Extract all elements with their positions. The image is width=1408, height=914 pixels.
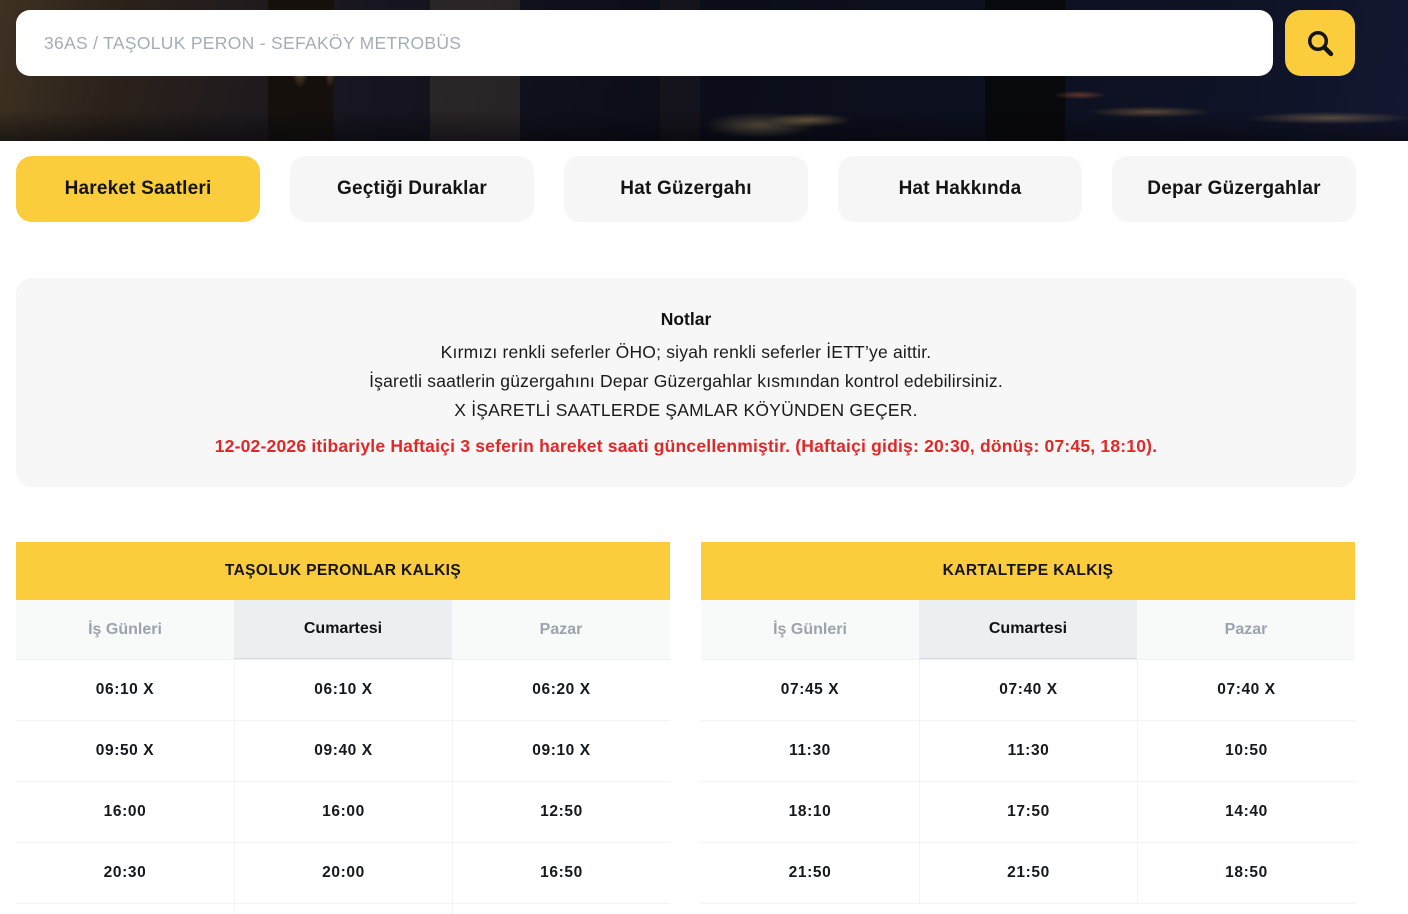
tab-hareket-saatleri[interactable]: Hareket Saatleri [16, 156, 260, 222]
notes-title: Notlar [56, 309, 1316, 330]
time-cell: 06:10 X [16, 660, 234, 720]
time-cell [452, 904, 670, 914]
time-cell: 17:50 [919, 782, 1137, 842]
schedule-update-notice: 12-02-2026 itibariyle Haftaiçi 3 seferin… [56, 436, 1316, 457]
time-cell: 07:45 X [701, 660, 919, 720]
column-header-is-gunleri[interactable]: İş Günleri [16, 600, 234, 659]
time-cell: 07:40 X [1137, 660, 1355, 720]
time-cell: 21:50 [701, 843, 919, 903]
time-cell [234, 904, 452, 914]
time-cell: 16:50 [452, 843, 670, 903]
time-cell [16, 904, 234, 914]
table-row: 16:00 16:00 12:50 [16, 782, 670, 843]
time-cell: 06:10 X [234, 660, 452, 720]
tab-hat-guzergahi[interactable]: Hat Güzergahı [564, 156, 808, 222]
table-row: 18:10 17:50 14:40 [701, 782, 1355, 843]
time-cell: 16:00 [16, 782, 234, 842]
time-cell: 18:50 [1137, 843, 1355, 903]
tab-gectigi-duraklar[interactable]: Geçtiği Duraklar [290, 156, 534, 222]
timetable-title-kartaltepe: KARTALTEPE KALKIŞ [701, 542, 1355, 600]
time-cell: 20:30 [16, 843, 234, 903]
tab-depar-guzergahlar[interactable]: Depar Güzergahlar [1112, 156, 1356, 222]
timetables-section: TAŞOLUK PERONLAR KALKIŞ İş Günleri Cumar… [16, 542, 1408, 914]
line-detail-tabs: Hareket Saatleri Geçtiği Duraklar Hat Gü… [16, 156, 1356, 222]
table-row: 20:30 20:00 16:50 [16, 843, 670, 904]
time-cell: 11:30 [919, 721, 1137, 781]
day-column-headers: İş Günleri Cumartesi Pazar [16, 600, 670, 660]
time-cell: 21:50 [919, 843, 1137, 903]
note-line-depar-guzergahlar: İşaretli saatlerin güzergahını Depar Güz… [56, 367, 1316, 396]
time-cell: 09:10 X [452, 721, 670, 781]
route-search-bar [16, 10, 1273, 76]
table-row: 09:50 X 09:40 X 09:10 X [16, 721, 670, 782]
route-search-input[interactable] [16, 33, 1273, 54]
column-header-cumartesi[interactable]: Cumartesi [234, 600, 452, 659]
time-cell: 11:30 [701, 721, 919, 781]
table-row: 21:50 21:50 18:50 [701, 843, 1355, 904]
timetable-tasoluk: TAŞOLUK PERONLAR KALKIŞ İş Günleri Cumar… [16, 542, 670, 914]
time-cell: 12:50 [452, 782, 670, 842]
time-cell: 10:50 [1137, 721, 1355, 781]
time-cell: 20:00 [234, 843, 452, 903]
column-header-is-gunleri[interactable]: İş Günleri [701, 600, 919, 659]
time-cell: 09:50 X [16, 721, 234, 781]
time-cell: 07:40 X [919, 660, 1137, 720]
day-column-headers: İş Günleri Cumartesi Pazar [701, 600, 1355, 660]
notes-card: Notlar Kırmızı renkli seferler ÖHO; siya… [16, 278, 1356, 487]
column-header-pazar[interactable]: Pazar [452, 600, 670, 659]
time-cell: 06:20 X [452, 660, 670, 720]
table-row: 06:10 X 06:10 X 06:20 X [16, 660, 670, 721]
column-header-cumartesi[interactable]: Cumartesi [919, 600, 1137, 659]
note-line-oho-iett: Kırmızı renkli seferler ÖHO; siyah renkl… [56, 338, 1316, 367]
column-header-pazar[interactable]: Pazar [1137, 600, 1355, 659]
table-row-partial [16, 904, 670, 914]
time-cell: 16:00 [234, 782, 452, 842]
hero-banner [0, 0, 1408, 141]
time-cell: 14:40 [1137, 782, 1355, 842]
note-line-samlar-koyu: X İŞARETLİ SAATLERDE ŞAMLAR KÖYÜNDEN GEÇ… [56, 396, 1316, 425]
time-cell: 09:40 X [234, 721, 452, 781]
table-row: 07:45 X 07:40 X 07:40 X [701, 660, 1355, 721]
search-icon [1304, 27, 1336, 59]
time-cell: 18:10 [701, 782, 919, 842]
timetable-title-tasoluk: TAŞOLUK PERONLAR KALKIŞ [16, 542, 670, 600]
search-button[interactable] [1285, 10, 1355, 76]
tab-hat-hakkinda[interactable]: Hat Hakkında [838, 156, 1082, 222]
table-row: 11:30 11:30 10:50 [701, 721, 1355, 782]
timetable-kartaltepe: KARTALTEPE KALKIŞ İş Günleri Cumartesi P… [701, 542, 1355, 914]
